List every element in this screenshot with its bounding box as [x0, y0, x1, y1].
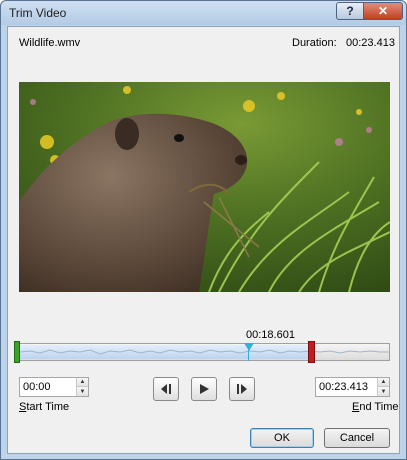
close-icon: ✕	[377, 4, 389, 18]
start-time-decrement-button[interactable]: ▼	[77, 387, 88, 396]
title-bar[interactable]: Trim Video ? ✕	[1, 1, 406, 25]
chevron-up-icon: ▲	[79, 379, 86, 385]
start-time-spin-buttons: ▲ ▼	[76, 378, 88, 396]
cancel-button[interactable]: Cancel	[324, 428, 390, 448]
start-time-label-rest: tart Time	[26, 401, 70, 413]
video-frame-image	[19, 82, 390, 292]
start-time-increment-button[interactable]: ▲	[77, 378, 88, 387]
end-time-input[interactable]	[316, 378, 377, 396]
end-time-label: End Time	[352, 401, 398, 413]
chevron-down-icon: ▼	[380, 388, 387, 395]
duration-label: Duration:	[292, 37, 337, 49]
duration-value: 00:23.413	[346, 37, 395, 49]
start-time-input[interactable]	[20, 378, 76, 396]
end-trim-handle[interactable]	[308, 341, 315, 363]
playhead-marker[interactable]	[244, 343, 254, 351]
play-icon	[200, 384, 209, 394]
next-frame-icon	[237, 384, 247, 394]
file-name: Wildlife.wmv	[19, 37, 81, 49]
end-time-stepper[interactable]: ▲ ▼	[315, 377, 390, 397]
chevron-up-icon: ▲	[380, 379, 387, 385]
playhead-line	[248, 349, 249, 361]
audio-waveform	[20, 349, 390, 355]
current-time-label: 00:18.601	[246, 329, 295, 341]
chevron-down-icon: ▼	[79, 388, 86, 395]
dialog-body: Wildlife.wmv Duration: 00:23.413 00:18.6…	[7, 26, 400, 454]
play-button[interactable]	[191, 377, 217, 401]
start-time-stepper[interactable]: ▲ ▼	[19, 377, 89, 397]
next-frame-button[interactable]	[229, 377, 255, 401]
end-time-increment-button[interactable]: ▲	[378, 378, 389, 387]
end-time-label-rest: nd Time	[359, 401, 399, 413]
previous-frame-icon	[161, 384, 171, 394]
help-button[interactable]: ?	[336, 2, 364, 20]
start-trim-handle[interactable]	[14, 341, 20, 363]
end-time-decrement-button[interactable]: ▼	[378, 387, 389, 396]
previous-frame-button[interactable]	[153, 377, 179, 401]
window-title: Trim Video	[9, 6, 67, 20]
video-preview[interactable]	[19, 82, 390, 292]
ok-button[interactable]: OK	[250, 428, 314, 448]
trim-video-dialog: Trim Video ? ✕ Wildlife.wmv Duration: 00…	[0, 0, 407, 460]
close-button[interactable]: ✕	[363, 2, 403, 20]
end-time-spin-buttons: ▲ ▼	[377, 378, 389, 396]
start-time-label: Start Time	[19, 401, 69, 413]
help-icon: ?	[346, 4, 354, 18]
